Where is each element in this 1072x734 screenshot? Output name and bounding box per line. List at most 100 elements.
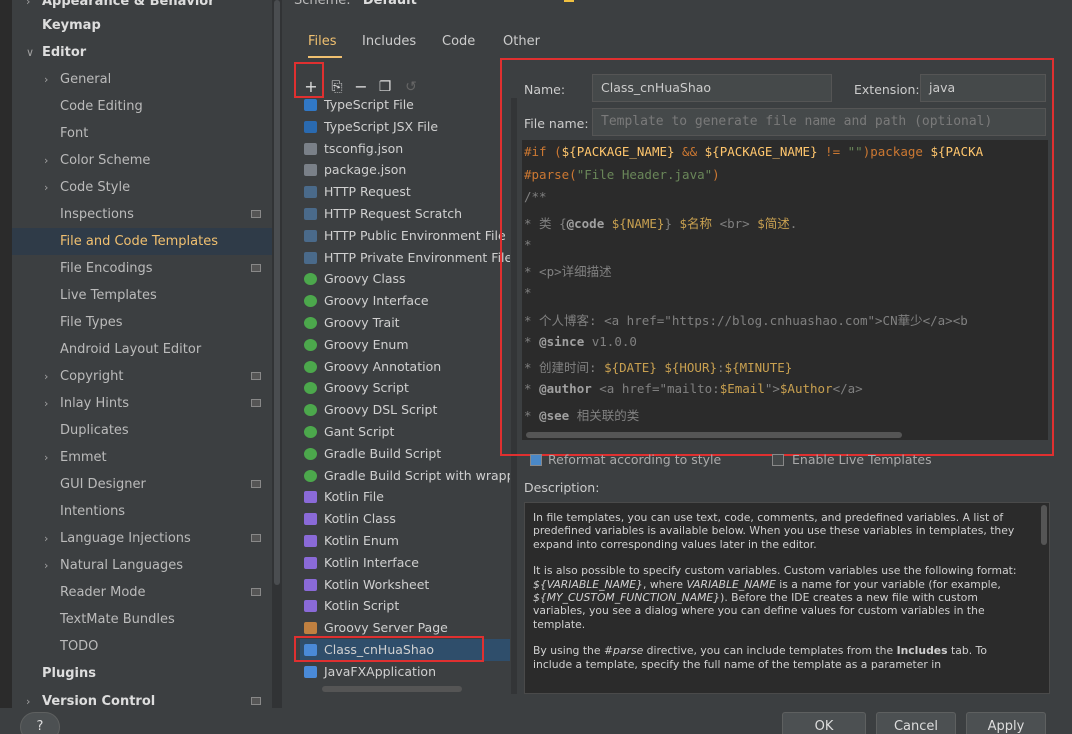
template-item-label: TypeScript JSX File [324, 118, 439, 134]
chevron-down-icon[interactable]: ∨ [26, 39, 34, 66]
template-item[interactable]: TypeScript JSX File [300, 116, 510, 138]
sidebar-item-label: TODO [60, 639, 99, 654]
chevron-right-icon[interactable]: › [44, 66, 48, 93]
sidebar-item-inspections[interactable]: Inspections [12, 201, 272, 228]
template-item[interactable]: Groovy Class [300, 268, 510, 290]
sidebar-item-keymap[interactable]: Keymap [12, 12, 272, 39]
live-templates-label: Enable Live Templates [792, 452, 932, 467]
sidebar-item-label: Copyright [60, 369, 124, 384]
sidebar-item-general[interactable]: › General [12, 66, 272, 93]
ok-button[interactable]: OK [782, 712, 866, 734]
template-item[interactable]: Kotlin Class [300, 508, 510, 530]
template-item[interactable]: TypeScript File [300, 98, 510, 116]
http-file-icon [304, 251, 317, 264]
template-item[interactable]: HTTP Request [300, 181, 510, 203]
template-item[interactable]: package.json [300, 159, 510, 181]
sidebar-item-label: Language Injections [60, 531, 191, 546]
template-item-label: Groovy Interface [324, 293, 429, 309]
sidebar-item-label: Font [60, 126, 89, 141]
java-file-icon [304, 665, 317, 678]
tab-code[interactable]: Code [442, 34, 475, 49]
reset-template-icon[interactable]: ↺ [402, 76, 420, 98]
template-item[interactable]: Kotlin Enum [300, 530, 510, 552]
template-item[interactable]: Kotlin Interface [300, 552, 510, 574]
remove-template-icon[interactable]: − [352, 76, 370, 98]
sidebar-item-textmate-bundles[interactable]: TextMate Bundles [12, 606, 272, 633]
template-item[interactable]: Groovy DSL Script [300, 399, 510, 421]
live-templates-checkbox[interactable] [772, 454, 784, 466]
template-item[interactable]: Gant Script [300, 421, 510, 443]
template-item-label: Groovy Trait [324, 315, 400, 330]
sidebar-scroll-thumb[interactable] [274, 0, 280, 585]
sidebar-item-android-layout-editor[interactable]: Android Layout Editor [12, 336, 272, 363]
template-item[interactable]: Groovy Trait [300, 312, 510, 334]
chevron-right-icon[interactable]: › [44, 363, 48, 390]
sidebar-item-label: Inspections [60, 207, 134, 222]
template-item[interactable]: Kotlin File [300, 486, 510, 508]
help-button[interactable]: ? [20, 712, 60, 734]
template-item[interactable]: Kotlin Script [300, 595, 510, 617]
sidebar-scrollbar[interactable] [272, 0, 282, 734]
copy-template-icon[interactable]: ⎘ [328, 76, 346, 98]
sidebar-item-label: Live Templates [60, 288, 157, 303]
sidebar-item-intentions[interactable]: Intentions [12, 498, 272, 525]
sidebar-item-copyright[interactable]: › Copyright [12, 363, 272, 390]
sidebar-item-editor[interactable]: ∨ Editor [12, 39, 272, 66]
reformat-checkbox[interactable] [530, 454, 542, 466]
template-item[interactable]: Gradle Build Script with wrapper [300, 465, 510, 487]
sidebar-item-label: Code Style [60, 180, 131, 195]
sidebar-item-todo[interactable]: TODO [12, 633, 272, 660]
template-item-label: Kotlin Worksheet [324, 576, 430, 592]
template-item[interactable]: Groovy Script [300, 377, 510, 399]
kotlin-file-icon [304, 535, 317, 547]
sidebar-item-code-style[interactable]: › Code Style [12, 174, 272, 201]
apply-button[interactable]: Apply [966, 712, 1046, 734]
chevron-right-icon[interactable]: › [44, 147, 48, 174]
sidebar-item-font[interactable]: Font [12, 120, 272, 147]
template-item[interactable]: HTTP Public Environment File [300, 225, 510, 247]
sidebar-item-plugins[interactable]: Plugins [12, 660, 272, 687]
scheme-value[interactable]: Default [363, 0, 417, 8]
active-tab-indicator [308, 56, 342, 58]
chevron-right-icon[interactable]: › [44, 390, 48, 417]
template-item[interactable]: Groovy Enum [300, 334, 510, 356]
sidebar-item-live-templates[interactable]: Live Templates [12, 282, 272, 309]
sidebar-item-color-scheme[interactable]: › Color Scheme [12, 147, 272, 174]
template-item[interactable]: Groovy Interface [300, 290, 510, 312]
template-item[interactable]: HTTP Private Environment File [300, 247, 510, 269]
chevron-right-icon[interactable]: › [44, 174, 48, 201]
tab-includes[interactable]: Includes [362, 34, 416, 49]
http-file-icon [304, 186, 317, 199]
template-item[interactable]: Groovy Annotation [300, 356, 510, 378]
template-list-hscroll[interactable] [322, 686, 462, 692]
chevron-right-icon[interactable]: › [44, 444, 48, 471]
sidebar-item-emmet[interactable]: › Emmet [12, 444, 272, 471]
sidebar-item-code-editing[interactable]: Code Editing [12, 93, 272, 120]
sidebar-item-duplicates[interactable]: Duplicates [12, 417, 272, 444]
template-item[interactable]: Gradle Build Script [300, 443, 510, 465]
sidebar-item-file-encodings[interactable]: File Encodings [12, 255, 272, 282]
file-templates-panel: Scheme: Default Files Includes Code Othe… [282, 0, 1072, 734]
sidebar-item-reader-mode[interactable]: Reader Mode [12, 579, 272, 606]
tab-files[interactable]: Files [308, 34, 337, 49]
tab-other[interactable]: Other [503, 34, 540, 49]
project-settings-icon [251, 588, 261, 596]
sidebar-item-natural-languages[interactable]: › Natural Languages [12, 552, 272, 579]
template-item[interactable]: tsconfig.json [300, 138, 510, 160]
chevron-right-icon[interactable]: › [44, 552, 48, 579]
cancel-button[interactable]: Cancel [876, 712, 956, 734]
scheme-dropdown-icon[interactable] [564, 0, 574, 2]
description-scrollbar[interactable] [1041, 505, 1047, 545]
sidebar-item-language-injections[interactable]: › Language Injections [12, 525, 272, 552]
template-item[interactable]: HTTP Request Scratch [300, 203, 510, 225]
template-item-label: Kotlin File [324, 489, 384, 505]
sidebar-item-file-and-code-templates[interactable]: File and Code Templates [12, 228, 272, 255]
duplicate-template-icon[interactable]: ❐ [376, 76, 394, 98]
sidebar-item-gui-designer[interactable]: GUI Designer [12, 471, 272, 498]
sidebar-item-file-types[interactable]: File Types [12, 309, 272, 336]
template-item[interactable]: JavaFXApplication [300, 661, 510, 683]
template-item-label: JavaFXApplication [324, 663, 436, 679]
template-item[interactable]: Kotlin Worksheet [300, 574, 510, 596]
sidebar-item-inlay-hints[interactable]: › Inlay Hints [12, 390, 272, 417]
chevron-right-icon[interactable]: › [44, 525, 48, 552]
